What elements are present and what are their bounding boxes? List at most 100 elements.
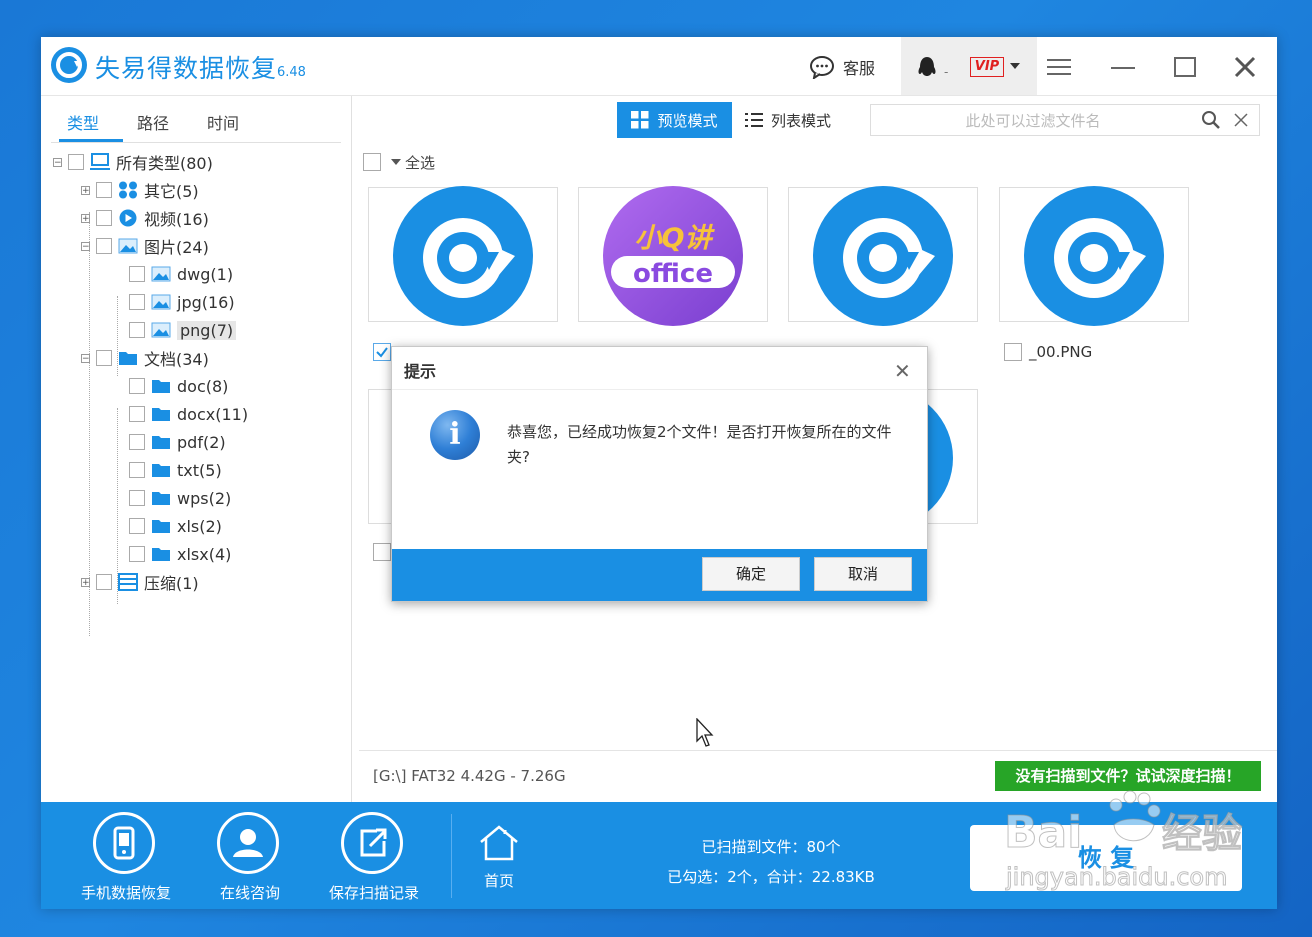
tree-node-dwg[interactable]: dwg(1) [129, 263, 233, 285]
recover-button[interactable]: 恢 复 [970, 825, 1242, 891]
select-all-checkbox[interactable] [363, 153, 381, 171]
tree-node-docx[interactable]: docx(11) [129, 403, 248, 425]
tree-label: 图片(24) [144, 238, 209, 257]
file-thumbnail[interactable] [788, 186, 978, 326]
folder-icon [152, 436, 170, 449]
tree-label: 压缩(1) [144, 574, 199, 593]
minimize-icon[interactable] [1109, 53, 1137, 81]
online-consult-button[interactable]: 在线咨询 [195, 812, 305, 904]
maximize-icon[interactable] [1171, 53, 1199, 81]
tree-node-video[interactable]: + 视频(16) [81, 207, 209, 229]
save-scan-button[interactable]: 保存扫描记录 [319, 812, 429, 904]
chat-bubble-icon [810, 56, 834, 79]
save-scan-label: 保存扫描记录 [328, 884, 419, 902]
cancel-button[interactable]: 取消 [814, 557, 912, 591]
tree-label: 其它(5) [144, 182, 199, 201]
checkbox[interactable] [96, 182, 112, 198]
checkbox[interactable] [129, 322, 145, 338]
checkbox[interactable] [129, 518, 145, 534]
file-thumbnail[interactable] [368, 186, 558, 326]
list-mode-button[interactable]: 列表模式 [745, 102, 855, 138]
phone-recovery-button[interactable]: 手机数据恢复 [71, 812, 181, 904]
caret-down-icon[interactable] [391, 158, 401, 166]
tree-node-all[interactable]: − 所有类型(80) [53, 151, 213, 173]
menu-icon[interactable] [1045, 53, 1073, 81]
online-consult-label: 在线咨询 [219, 884, 280, 902]
user-icon [233, 829, 263, 857]
checkbox[interactable] [96, 350, 112, 366]
file-checkbox[interactable] [373, 543, 391, 561]
file-checkbox-checked[interactable] [373, 343, 391, 361]
tab-path[interactable]: 路径 [137, 110, 169, 134]
select-all[interactable]: 全选 [363, 152, 435, 172]
left-tabs: 类型 路径 时间 [51, 104, 341, 143]
tree-node-doc[interactable]: doc(8) [129, 375, 228, 397]
collapse-icon[interactable]: − [81, 241, 90, 251]
user-separator: - [944, 65, 949, 79]
dialog-close-icon[interactable]: ✕ [894, 359, 911, 383]
checkbox[interactable] [96, 574, 112, 590]
close-icon[interactable] [1231, 53, 1259, 81]
home-label: 首页 [483, 872, 514, 890]
tree-label-selected: png(7) [177, 320, 237, 340]
tree-node-jpg[interactable]: jpg(16) [129, 291, 235, 313]
clear-icon[interactable] [1233, 112, 1249, 128]
list-icon [745, 113, 763, 127]
checkbox[interactable] [129, 266, 145, 282]
tree-label: txt(5) [177, 460, 222, 480]
file-name: _00.PNG [1029, 343, 1093, 361]
checkbox[interactable] [129, 462, 145, 478]
list-mode-label: 列表模式 [771, 111, 832, 130]
tree-node-archive[interactable]: + 压缩(1) [81, 571, 199, 593]
view-toolbar: 预览模式 列表模式 [353, 96, 1277, 148]
divider [451, 814, 452, 898]
image-icon [151, 294, 171, 310]
checkbox[interactable] [129, 490, 145, 506]
file-thumbnail[interactable]: 小Q讲 office [578, 186, 768, 326]
expand-icon[interactable]: + [81, 577, 90, 587]
checkbox[interactable] [68, 154, 84, 170]
tree-node-xls[interactable]: xls(2) [129, 515, 222, 537]
customer-service-label: 客服 [843, 59, 876, 78]
customer-service-button[interactable]: 客服 [809, 55, 875, 79]
vip-badge[interactable]: VIP [970, 57, 1004, 77]
checkbox[interactable] [96, 238, 112, 254]
scan-summary: 已扫描到文件：80个 已勾选：2个，合计：22.83KB [641, 832, 901, 892]
collapse-icon[interactable]: − [81, 353, 90, 363]
tree-label: jpg(16) [177, 292, 235, 312]
collapse-icon[interactable]: − [53, 157, 62, 167]
file-checkbox[interactable] [1004, 343, 1022, 361]
expand-icon[interactable]: + [81, 213, 90, 223]
ok-button[interactable]: 确定 [702, 557, 800, 591]
search-icon[interactable] [1201, 110, 1221, 130]
tree-node-image[interactable]: − 图片(24) [81, 235, 209, 257]
checkbox[interactable] [129, 406, 145, 422]
checkbox[interactable] [129, 378, 145, 394]
qq-penguin-icon[interactable] [916, 55, 938, 79]
tree-node-wps[interactable]: wps(2) [129, 487, 231, 509]
checkbox[interactable] [129, 294, 145, 310]
computer-icon [90, 153, 110, 170]
checkbox[interactable] [96, 210, 112, 226]
check-icon [376, 347, 388, 358]
vip-dropdown-icon[interactable] [1010, 63, 1020, 69]
tree-node-xlsx[interactable]: xlsx(4) [129, 543, 231, 565]
filename-filter-input[interactable] [871, 105, 1195, 137]
checkbox[interactable] [129, 546, 145, 562]
tab-type[interactable]: 类型 [67, 110, 99, 134]
checkbox[interactable] [129, 434, 145, 450]
tab-time[interactable]: 时间 [207, 110, 239, 134]
tree-node-other[interactable]: + 其它(5) [81, 179, 199, 201]
tree-node-txt[interactable]: txt(5) [129, 459, 222, 481]
expand-icon[interactable]: + [81, 185, 90, 195]
tree-node-pdf[interactable]: pdf(2) [129, 431, 226, 453]
preview-mode-button[interactable]: 预览模式 [617, 102, 732, 138]
file-thumbnail[interactable] [999, 186, 1189, 326]
tree-node-png[interactable]: png(7) [129, 319, 237, 341]
title-bar: 失易得数据恢复 6.48 客服 - VIP [41, 37, 1277, 96]
folder-icon [152, 548, 170, 561]
folder-icon [152, 464, 170, 477]
tree-node-docs[interactable]: − 文档(34) [81, 347, 209, 369]
deep-scan-button[interactable]: 没有扫描到文件？试试深度扫描！ [995, 761, 1261, 791]
home-button[interactable]: 首页 [469, 824, 529, 894]
